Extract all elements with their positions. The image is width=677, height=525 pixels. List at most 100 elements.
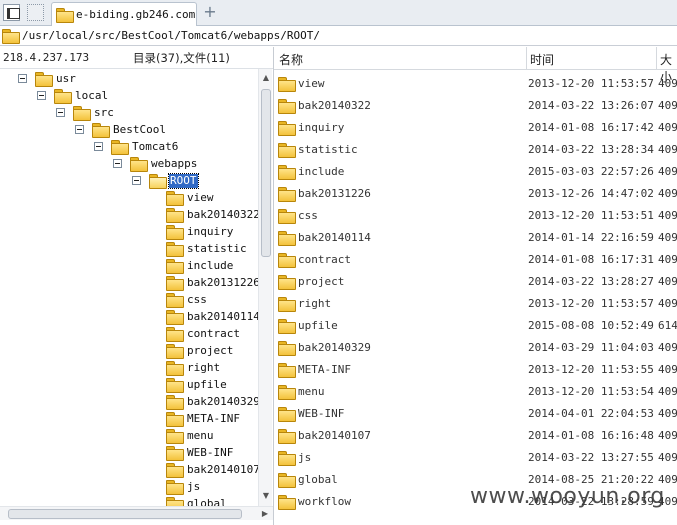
scroll-thumb[interactable] xyxy=(8,509,242,519)
file-row[interactable]: bak20140114 2014-01-14 22:16:59 409 xyxy=(274,226,677,248)
tree-node-label[interactable]: include xyxy=(186,259,234,273)
tree-node[interactable]: bak20140114 xyxy=(166,308,258,325)
collapse-icon[interactable] xyxy=(132,176,141,185)
tree-node[interactable]: META-INF xyxy=(166,410,241,427)
file-row[interactable]: statistic 2014-03-22 13:28:34 409 xyxy=(274,138,677,160)
tree-node[interactable]: view xyxy=(166,189,215,206)
tree-node[interactable]: menu xyxy=(166,427,215,444)
tree-node-label[interactable]: ROOT xyxy=(168,172,199,189)
tree-node-label[interactable]: statistic xyxy=(186,242,248,256)
tree-node-label[interactable]: src xyxy=(93,106,115,120)
tree-node[interactable]: local xyxy=(37,87,109,104)
tree-node[interactable]: inquiry xyxy=(166,223,234,240)
file-row[interactable]: bak20131226 2013-12-26 14:47:02 409 xyxy=(274,182,677,204)
tree-node[interactable]: contract xyxy=(166,325,241,342)
path-bar[interactable]: /usr/local/src/BestCool/Tomcat6/webapps/… xyxy=(0,26,677,46)
tree-node[interactable]: bak20140107 xyxy=(166,461,258,478)
column-name[interactable]: 名称 xyxy=(279,51,303,68)
scroll-up-arrow-icon[interactable]: ▲ xyxy=(259,71,273,85)
tree-node[interactable]: css xyxy=(166,291,208,308)
scroll-right-arrow-icon[interactable]: ▶ xyxy=(258,507,272,521)
file-row[interactable]: project 2014-03-22 13:28:27 409 xyxy=(274,270,677,292)
scroll-down-arrow-icon[interactable]: ▼ xyxy=(259,489,273,503)
tree-node-label[interactable]: bak20131226 xyxy=(186,276,258,290)
file-row[interactable]: menu 2013-12-20 11:53:54 409 xyxy=(274,380,677,402)
tree-node-label[interactable]: bak20140107 xyxy=(186,463,258,477)
tree-node-label[interactable]: bak20140114 xyxy=(186,310,258,324)
tree-node-label[interactable]: contract xyxy=(186,327,241,341)
tree-node-label[interactable]: BestCool xyxy=(112,123,167,137)
tree-node[interactable]: bak20131226 xyxy=(166,274,258,291)
collapse-icon[interactable] xyxy=(18,74,27,83)
file-row[interactable]: WEB-INF 2014-04-01 22:04:53 409 xyxy=(274,402,677,424)
folder-icon xyxy=(166,293,184,308)
tree-node[interactable]: project xyxy=(166,342,234,359)
tree-node[interactable]: js xyxy=(166,478,201,495)
collapse-icon[interactable] xyxy=(37,91,46,100)
folder-icon xyxy=(166,310,184,325)
add-tab-button[interactable]: + xyxy=(203,4,217,20)
file-row[interactable]: right 2013-12-20 11:53:57 409 xyxy=(274,292,677,314)
file-size: 409 xyxy=(658,450,677,464)
file-row[interactable]: bak20140322 2014-03-22 13:26:07 409 xyxy=(274,94,677,116)
tree-node-label[interactable]: project xyxy=(186,344,234,358)
folder-icon xyxy=(278,406,296,422)
file-row[interactable]: bak20140329 2014-03-29 11:04:03 409 xyxy=(274,336,677,358)
tree-node[interactable]: BestCool xyxy=(75,121,167,138)
file-row[interactable]: include 2015-03-03 22:57:26 409 xyxy=(274,160,677,182)
collapse-icon[interactable] xyxy=(94,142,103,151)
current-path[interactable]: /usr/local/src/BestCool/Tomcat6/webapps/… xyxy=(22,29,320,42)
tree-node[interactable]: Tomcat6 xyxy=(94,138,179,155)
file-row[interactable]: inquiry 2014-01-08 16:17:42 409 xyxy=(274,116,677,138)
file-row[interactable]: contract 2014-01-08 16:17:31 409 xyxy=(274,248,677,270)
tree-node[interactable]: WEB-INF xyxy=(166,444,234,461)
tree-node[interactable]: statistic xyxy=(166,240,248,257)
file-row[interactable]: META-INF 2013-12-20 11:53:55 409 xyxy=(274,358,677,380)
tree-node-label[interactable]: usr xyxy=(55,72,77,86)
tree-node-label[interactable]: global xyxy=(186,497,228,507)
tree-node-label[interactable]: menu xyxy=(186,429,215,443)
tree-node-label[interactable]: WEB-INF xyxy=(186,446,234,460)
tree-node[interactable]: include xyxy=(166,257,234,274)
file-row[interactable]: js 2014-03-22 13:27:55 409 xyxy=(274,446,677,468)
tree-node-label[interactable]: bak20140329 xyxy=(186,395,258,409)
tree-horizontal-scrollbar[interactable]: ▶ xyxy=(0,506,273,520)
column-time[interactable]: 时间 xyxy=(530,51,554,68)
blank-tab-icon[interactable] xyxy=(27,4,44,21)
window-icon[interactable] xyxy=(3,4,20,21)
tree-node[interactable]: upfile xyxy=(166,376,228,393)
tree-node-label[interactable]: js xyxy=(186,480,201,494)
file-row[interactable]: css 2013-12-20 11:53:51 409 xyxy=(274,204,677,226)
file-row[interactable]: bak20140107 2014-01-08 16:16:48 409 xyxy=(274,424,677,446)
tree-node[interactable]: bak20140329 xyxy=(166,393,258,410)
tree-node-label[interactable]: Tomcat6 xyxy=(131,140,179,154)
tree-node-label[interactable]: upfile xyxy=(186,378,228,392)
collapse-icon[interactable] xyxy=(75,125,84,134)
tree-node[interactable]: right xyxy=(166,359,221,376)
tree-node-label[interactable]: right xyxy=(186,361,221,375)
tree-node[interactable]: usr xyxy=(18,70,77,87)
file-name: menu xyxy=(298,384,325,398)
column-separator[interactable] xyxy=(526,47,527,69)
tab-site[interactable]: e-biding.gb246.com xyxy=(51,2,197,26)
folder-icon xyxy=(278,494,296,510)
tree-node[interactable]: src xyxy=(56,104,115,121)
tree-node-label[interactable]: view xyxy=(186,191,215,205)
tree-node-label[interactable]: inquiry xyxy=(186,225,234,239)
collapse-icon[interactable] xyxy=(56,108,65,117)
tree-node[interactable]: bak20140322 xyxy=(166,206,258,223)
collapse-icon[interactable] xyxy=(113,159,122,168)
column-separator[interactable] xyxy=(656,47,657,69)
tree-node-label[interactable]: META-INF xyxy=(186,412,241,426)
tree-node-label[interactable]: local xyxy=(74,89,109,103)
file-row[interactable]: view 2013-12-20 11:53:57 409 xyxy=(274,72,677,94)
file-row[interactable]: upfile 2015-08-08 10:52:49 614 xyxy=(274,314,677,336)
tree-node-label[interactable]: webapps xyxy=(150,157,198,171)
tree-node-label[interactable]: bak20140322 xyxy=(186,208,258,222)
tree-node[interactable]: global xyxy=(166,495,228,506)
tree-vertical-scrollbar[interactable]: ▲ ▼ xyxy=(258,69,272,506)
scroll-thumb[interactable] xyxy=(261,89,271,257)
tree-node-label[interactable]: css xyxy=(186,293,208,307)
tree-node[interactable]: webapps xyxy=(113,155,198,172)
tree-node[interactable]: ROOT xyxy=(132,172,199,189)
